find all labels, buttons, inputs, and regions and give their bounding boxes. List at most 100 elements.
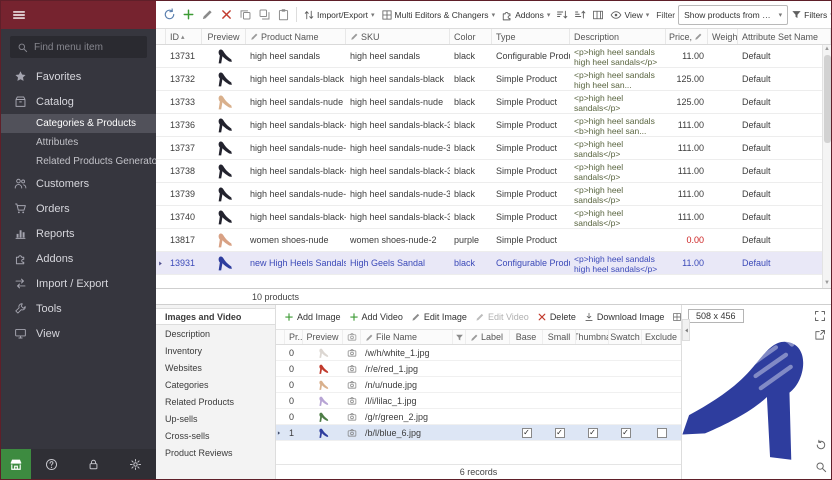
delete-image-button[interactable]: Delete <box>537 312 576 322</box>
col-header-id[interactable]: ID▴ <box>166 29 202 44</box>
col-header-sku[interactable]: SKU <box>346 29 450 44</box>
image-flag-exclude[interactable] <box>642 409 681 424</box>
set-resize-rule-button[interactable]: Set Resize Rule▾ <box>672 312 681 322</box>
image-flag-base[interactable] <box>510 361 543 376</box>
product-row-13739[interactable]: 13739high heel sandals-nude-37high heel … <box>156 183 831 206</box>
scroll-down-arrow[interactable]: ▼ <box>824 279 830 288</box>
lock-button[interactable] <box>73 458 115 471</box>
image-flag-small[interactable] <box>543 345 576 360</box>
col-header-weight[interactable]: Weight <box>708 29 738 44</box>
open-external-button[interactable] <box>814 329 826 341</box>
image-flag-thumb[interactable]: ✓ <box>576 425 609 440</box>
col-header-attribute-set[interactable]: Attribute Set Name <box>738 29 831 44</box>
tab-inventory[interactable]: Inventory <box>156 342 275 359</box>
col-header-priority[interactable]: Pr... <box>285 330 303 344</box>
image-flag-exclude[interactable] <box>642 377 681 392</box>
add-image-button[interactable]: Add Image <box>284 312 341 322</box>
image-flag-thumb[interactable] <box>576 361 609 376</box>
tab-images-and-video[interactable]: Images and Video <box>156 308 275 325</box>
small-checkbox[interactable]: ✓ <box>555 428 565 438</box>
sidebar-item-customers[interactable]: Customers <box>1 171 156 196</box>
col-header-media-type[interactable] <box>343 330 361 344</box>
image-flag-thumb[interactable] <box>576 409 609 424</box>
sidebar-item-view[interactable]: View <box>1 321 156 346</box>
edit-product-button[interactable] <box>198 4 217 26</box>
sidebar-item-tools[interactable]: Tools <box>1 296 156 321</box>
view-menu[interactable]: View▾ <box>607 4 652 26</box>
image-flag-thumb[interactable] <box>576 345 609 360</box>
product-row-13732[interactable]: 13732high heel sandals-blackhigh heel sa… <box>156 68 831 91</box>
hamburger-menu-icon[interactable] <box>12 8 26 22</box>
refresh-button[interactable] <box>160 4 179 26</box>
image-flag-small[interactable] <box>543 361 576 376</box>
image-flag-swatch[interactable] <box>609 393 642 408</box>
image-flag-swatch[interactable] <box>609 377 642 392</box>
image-flag-thumb[interactable] <box>576 393 609 408</box>
product-row-13740[interactable]: 13740high heel sandals-black-38high heel… <box>156 206 831 229</box>
paste-button[interactable] <box>274 4 293 26</box>
image-flag-exclude[interactable] <box>642 393 681 408</box>
col-header-label[interactable]: Label <box>466 330 510 344</box>
store-manager-home-button[interactable] <box>1 449 31 479</box>
tab-websites[interactable]: Websites <box>156 359 275 376</box>
sidebar-item-reports[interactable]: Reports <box>1 221 156 246</box>
col-header-price[interactable]: Price, <box>666 29 708 44</box>
menu-search-box[interactable] <box>10 36 147 58</box>
product-row-13738[interactable]: 13738high heel sandals-black-37high heel… <box>156 160 831 183</box>
col-header-type[interactable]: Type <box>492 29 570 44</box>
image-flag-small[interactable] <box>543 377 576 392</box>
add-video-button[interactable]: Add Video <box>349 312 403 322</box>
sidebar-item-catalog[interactable]: Catalog <box>1 89 156 114</box>
col-header-base[interactable]: Base <box>510 330 543 344</box>
image-row-4[interactable]: 0/l/i/lilac_1.jpg <box>276 393 681 409</box>
image-flag-small[interactable]: ✓ <box>543 425 576 440</box>
edit-image-button[interactable]: Edit Image <box>411 312 467 322</box>
image-flag-swatch[interactable] <box>609 361 642 376</box>
col-header-swatch[interactable]: Swatch <box>609 330 642 344</box>
tab-related-products[interactable]: Related Products <box>156 393 275 410</box>
sidebar-item-addons[interactable]: Addons <box>1 246 156 271</box>
tab-product-reviews[interactable]: Product Reviews <box>156 444 275 461</box>
settings-button[interactable] <box>114 458 156 471</box>
product-row-13733[interactable]: 13733high heel sandals-nudehigh heel san… <box>156 91 831 114</box>
image-flag-base[interactable] <box>510 377 543 392</box>
product-row-13737[interactable]: 13737high heel sandals-nude-36high heel … <box>156 137 831 160</box>
addons-menu[interactable]: Addons▾ <box>498 4 553 26</box>
col-header-product-name[interactable]: Product Name <box>246 29 346 44</box>
image-flag-thumb[interactable] <box>576 377 609 392</box>
sort-descending-button[interactable] <box>571 4 589 26</box>
zoom-image-button[interactable] <box>815 461 827 473</box>
copy-button[interactable] <box>236 4 255 26</box>
swatch-checkbox[interactable]: ✓ <box>621 428 631 438</box>
col-header-preview[interactable]: Preview <box>202 29 246 44</box>
filters-menu[interactable]: Filters▾ <box>788 4 831 26</box>
col-header-description[interactable]: Description <box>570 29 666 44</box>
multi-editors-menu[interactable]: Multi Editors & Changers▾ <box>378 4 499 26</box>
delete-product-button[interactable] <box>217 4 236 26</box>
col-header-preview[interactable]: Preview <box>303 330 343 344</box>
collapse-preview-handle[interactable] <box>682 319 690 341</box>
download-image-button[interactable]: Download Image <box>584 312 665 322</box>
image-row-2[interactable]: 0/r/e/red_1.jpg <box>276 361 681 377</box>
file-filter-button[interactable] <box>453 330 466 344</box>
image-flag-small[interactable] <box>543 409 576 424</box>
fullscreen-button[interactable] <box>814 310 826 322</box>
tab-cross-sells[interactable]: Cross-sells <box>156 427 275 444</box>
image-row-3[interactable]: 0/n/u/nude.jpg <box>276 377 681 393</box>
image-row-5[interactable]: 0/g/r/green_2.jpg <box>276 409 681 425</box>
duplicate-button[interactable] <box>255 4 274 26</box>
tab-description[interactable]: Description <box>156 325 275 342</box>
image-flag-base[interactable] <box>510 409 543 424</box>
col-header-exclude[interactable]: Exclude <box>642 330 681 344</box>
col-header-color[interactable]: Color <box>450 29 492 44</box>
scroll-up-arrow[interactable]: ▲ <box>824 45 830 54</box>
product-row-13817[interactable]: 13817women shoes-nudewomen shoes-nude-2p… <box>156 229 831 252</box>
tab-categories[interactable]: Categories <box>156 376 275 393</box>
scrollbar-thumb[interactable] <box>824 55 831 143</box>
product-row-13736[interactable]: 13736high heel sandals-black-36high heel… <box>156 114 831 137</box>
sidebar-item-import-export[interactable]: Import / Export <box>1 271 156 296</box>
image-flag-exclude[interactable] <box>642 425 681 440</box>
import-export-menu[interactable]: Import/Export▾ <box>300 4 378 26</box>
columns-button[interactable] <box>589 4 607 26</box>
rotate-image-button[interactable] <box>815 439 827 451</box>
